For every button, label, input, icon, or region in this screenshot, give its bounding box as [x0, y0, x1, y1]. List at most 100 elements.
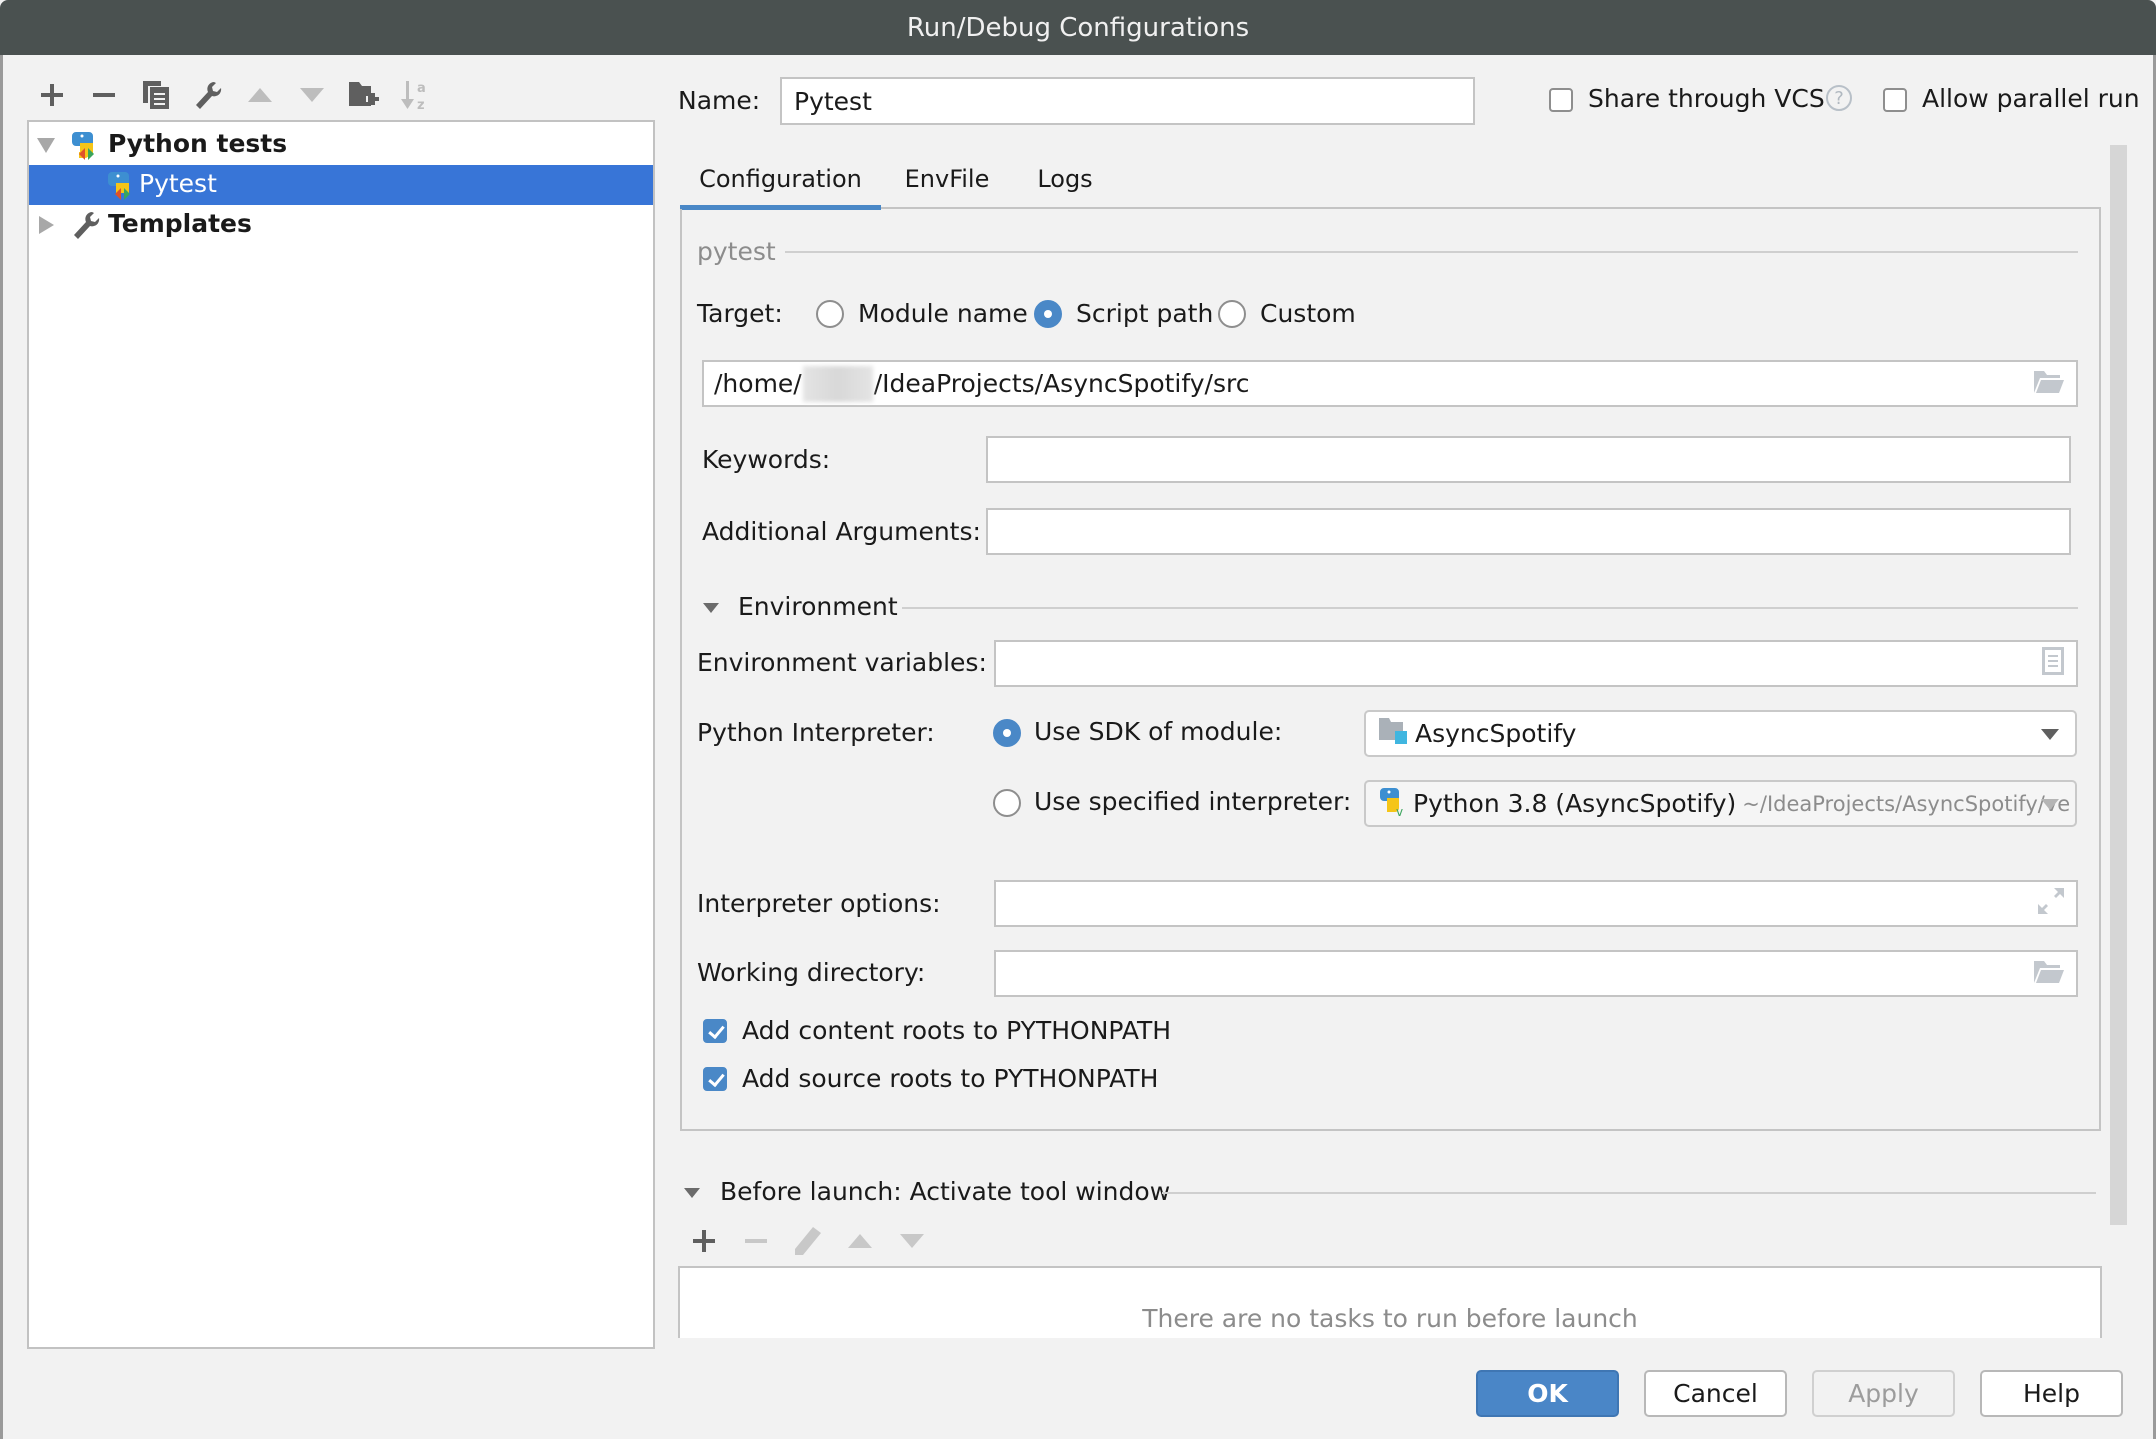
- target-module-name-label: Module name: [858, 299, 1028, 328]
- wrench-icon: [71, 210, 101, 246]
- use-sdk-of-module-label: Use SDK of module:: [1034, 717, 1283, 746]
- tree-item-label: Templates: [108, 209, 252, 238]
- svg-text:a: a: [417, 81, 426, 96]
- use-specified-interpreter-label: Use specified interpreter:: [1034, 787, 1352, 816]
- browse-folder-icon[interactable]: [2034, 959, 2064, 989]
- use-specified-interpreter-radio[interactable]: [993, 789, 1021, 817]
- name-input[interactable]: Pytest: [780, 77, 1475, 125]
- tab-envfile[interactable]: EnvFile: [893, 152, 1001, 206]
- help-glyph: ?: [1834, 87, 1844, 109]
- tab-label: EnvFile: [904, 165, 990, 193]
- target-module-name-radio[interactable]: [816, 300, 844, 328]
- remove-task-icon[interactable]: [739, 1224, 773, 1258]
- python-tests-icon: [107, 170, 137, 206]
- working-directory-input[interactable]: [994, 950, 2078, 997]
- cancel-button[interactable]: Cancel: [1644, 1370, 1787, 1417]
- chevron-down-icon: [2041, 728, 2059, 740]
- environment-collapse-icon[interactable]: [703, 603, 719, 613]
- edit-env-vars-icon[interactable]: [2042, 646, 2064, 681]
- tab-logs[interactable]: Logs: [1025, 152, 1105, 206]
- tree-item-pytest[interactable]: Pytest: [29, 165, 653, 205]
- target-script-path-radio[interactable]: [1034, 300, 1062, 328]
- tab-label: Logs: [1037, 165, 1093, 193]
- pytest-section-title: pytest: [697, 237, 776, 266]
- tree-item-label: Pytest: [139, 169, 217, 198]
- apply-label: Apply: [1848, 1379, 1919, 1408]
- working-directory-label: Working directory:: [697, 958, 926, 987]
- keywords-input[interactable]: [986, 436, 2071, 483]
- edit-task-pencil-icon[interactable]: [791, 1224, 825, 1258]
- add-content-roots-checkbox[interactable]: [703, 1019, 727, 1043]
- use-sdk-of-module-radio[interactable]: [993, 719, 1021, 747]
- interpreter-options-label: Interpreter options:: [697, 889, 941, 918]
- section-separator: [902, 607, 2078, 609]
- move-down-icon[interactable]: [295, 78, 329, 112]
- tree-item-templates[interactable]: Templates: [29, 205, 653, 245]
- add-source-roots-label: Add source roots to PYTHONPATH: [742, 1064, 1159, 1093]
- environment-section-title[interactable]: Environment: [738, 592, 898, 621]
- apply-button[interactable]: Apply: [1812, 1370, 1955, 1417]
- section-separator: [785, 251, 2078, 253]
- ok-button[interactable]: OK: [1476, 1370, 1619, 1417]
- collapse-arrow-icon[interactable]: [39, 216, 54, 234]
- specified-interpreter-name: Python 3.8 (AsyncSpotify): [1413, 789, 1737, 818]
- add-icon[interactable]: [35, 78, 69, 112]
- help-button[interactable]: Help: [1980, 1370, 2123, 1417]
- move-up-icon[interactable]: [243, 78, 277, 112]
- add-content-roots-label: Add content roots to PYTHONPATH: [742, 1016, 1172, 1045]
- vertical-scrollbar[interactable]: [2110, 145, 2127, 1225]
- new-folder-icon[interactable]: [347, 78, 381, 112]
- window-border-left: [0, 55, 3, 1439]
- cancel-label: Cancel: [1673, 1379, 1758, 1408]
- tree-item-label: Python tests: [108, 129, 288, 158]
- move-task-up-icon[interactable]: [843, 1224, 877, 1258]
- ok-label: OK: [1527, 1379, 1568, 1408]
- allow-parallel-run-checkbox[interactable]: [1883, 88, 1907, 112]
- help-icon[interactable]: ?: [1826, 85, 1852, 111]
- redacted-username: [802, 365, 873, 402]
- target-label: Target:: [697, 299, 783, 328]
- before-launch-collapse-icon[interactable]: [684, 1188, 700, 1198]
- tab-configuration[interactable]: Configuration: [680, 152, 881, 206]
- expand-icon[interactable]: [2038, 887, 2064, 920]
- script-path-prefix: /home/: [714, 369, 802, 398]
- script-path-suffix: /IdeaProjects/AsyncSpotify/src: [873, 369, 1250, 398]
- browse-folder-icon[interactable]: [2034, 369, 2064, 399]
- before-launch-tasks-list: There are no tasks to run before launch: [678, 1266, 2102, 1338]
- target-custom-label: Custom: [1260, 299, 1356, 328]
- interpreter-options-input[interactable]: [994, 880, 2078, 927]
- move-task-down-icon[interactable]: [895, 1224, 929, 1258]
- specified-interpreter-select[interactable]: v Python 3.8 (AsyncSpotify) ~/IdeaProjec…: [1364, 780, 2077, 827]
- expand-arrow-icon[interactable]: [37, 138, 55, 153]
- help-label: Help: [2023, 1379, 2080, 1408]
- additional-arguments-input[interactable]: [986, 508, 2071, 555]
- python-interpreter-icon: v: [1379, 786, 1407, 822]
- tree-item-python-tests[interactable]: Python tests: [29, 125, 653, 165]
- specified-interpreter-path: ~/IdeaProjects/AsyncSpotify/ve: [1742, 791, 2071, 816]
- add-source-roots-checkbox[interactable]: [703, 1067, 727, 1091]
- target-custom-radio[interactable]: [1218, 300, 1246, 328]
- module-folder-icon: [1379, 717, 1407, 750]
- edit-defaults-wrench-icon[interactable]: [191, 78, 225, 112]
- add-task-icon[interactable]: [687, 1224, 721, 1258]
- before-launch-title[interactable]: Before launch: Activate tool window: [720, 1177, 1170, 1206]
- python-interpreter-label: Python Interpreter:: [697, 718, 935, 747]
- sort-alphabetically-icon[interactable]: az: [399, 78, 433, 112]
- svg-text:z: z: [417, 98, 425, 111]
- script-path-input[interactable]: /home/ /IdeaProjects/AsyncSpotify/src: [702, 360, 2078, 407]
- env-vars-input[interactable]: [994, 640, 2078, 687]
- additional-arguments-label: Additional Arguments:: [702, 517, 981, 546]
- keywords-label: Keywords:: [702, 445, 831, 474]
- empty-tasks-text: There are no tasks to run before launch: [1142, 1304, 1638, 1333]
- window-title: Run/Debug Configurations: [906, 12, 1250, 43]
- copy-icon[interactable]: [139, 78, 173, 112]
- env-vars-label: Environment variables:: [697, 648, 987, 677]
- sdk-module-select[interactable]: AsyncSpotify: [1364, 710, 2077, 757]
- configurations-tree: Python tests Pytest Templates: [27, 120, 655, 1349]
- sdk-module-value: AsyncSpotify: [1415, 719, 1577, 748]
- remove-icon[interactable]: [87, 78, 121, 112]
- name-value: Pytest: [794, 86, 872, 116]
- share-vcs-checkbox[interactable]: [1549, 88, 1573, 112]
- section-separator: [1162, 1192, 2096, 1194]
- tab-label: Configuration: [699, 165, 862, 193]
